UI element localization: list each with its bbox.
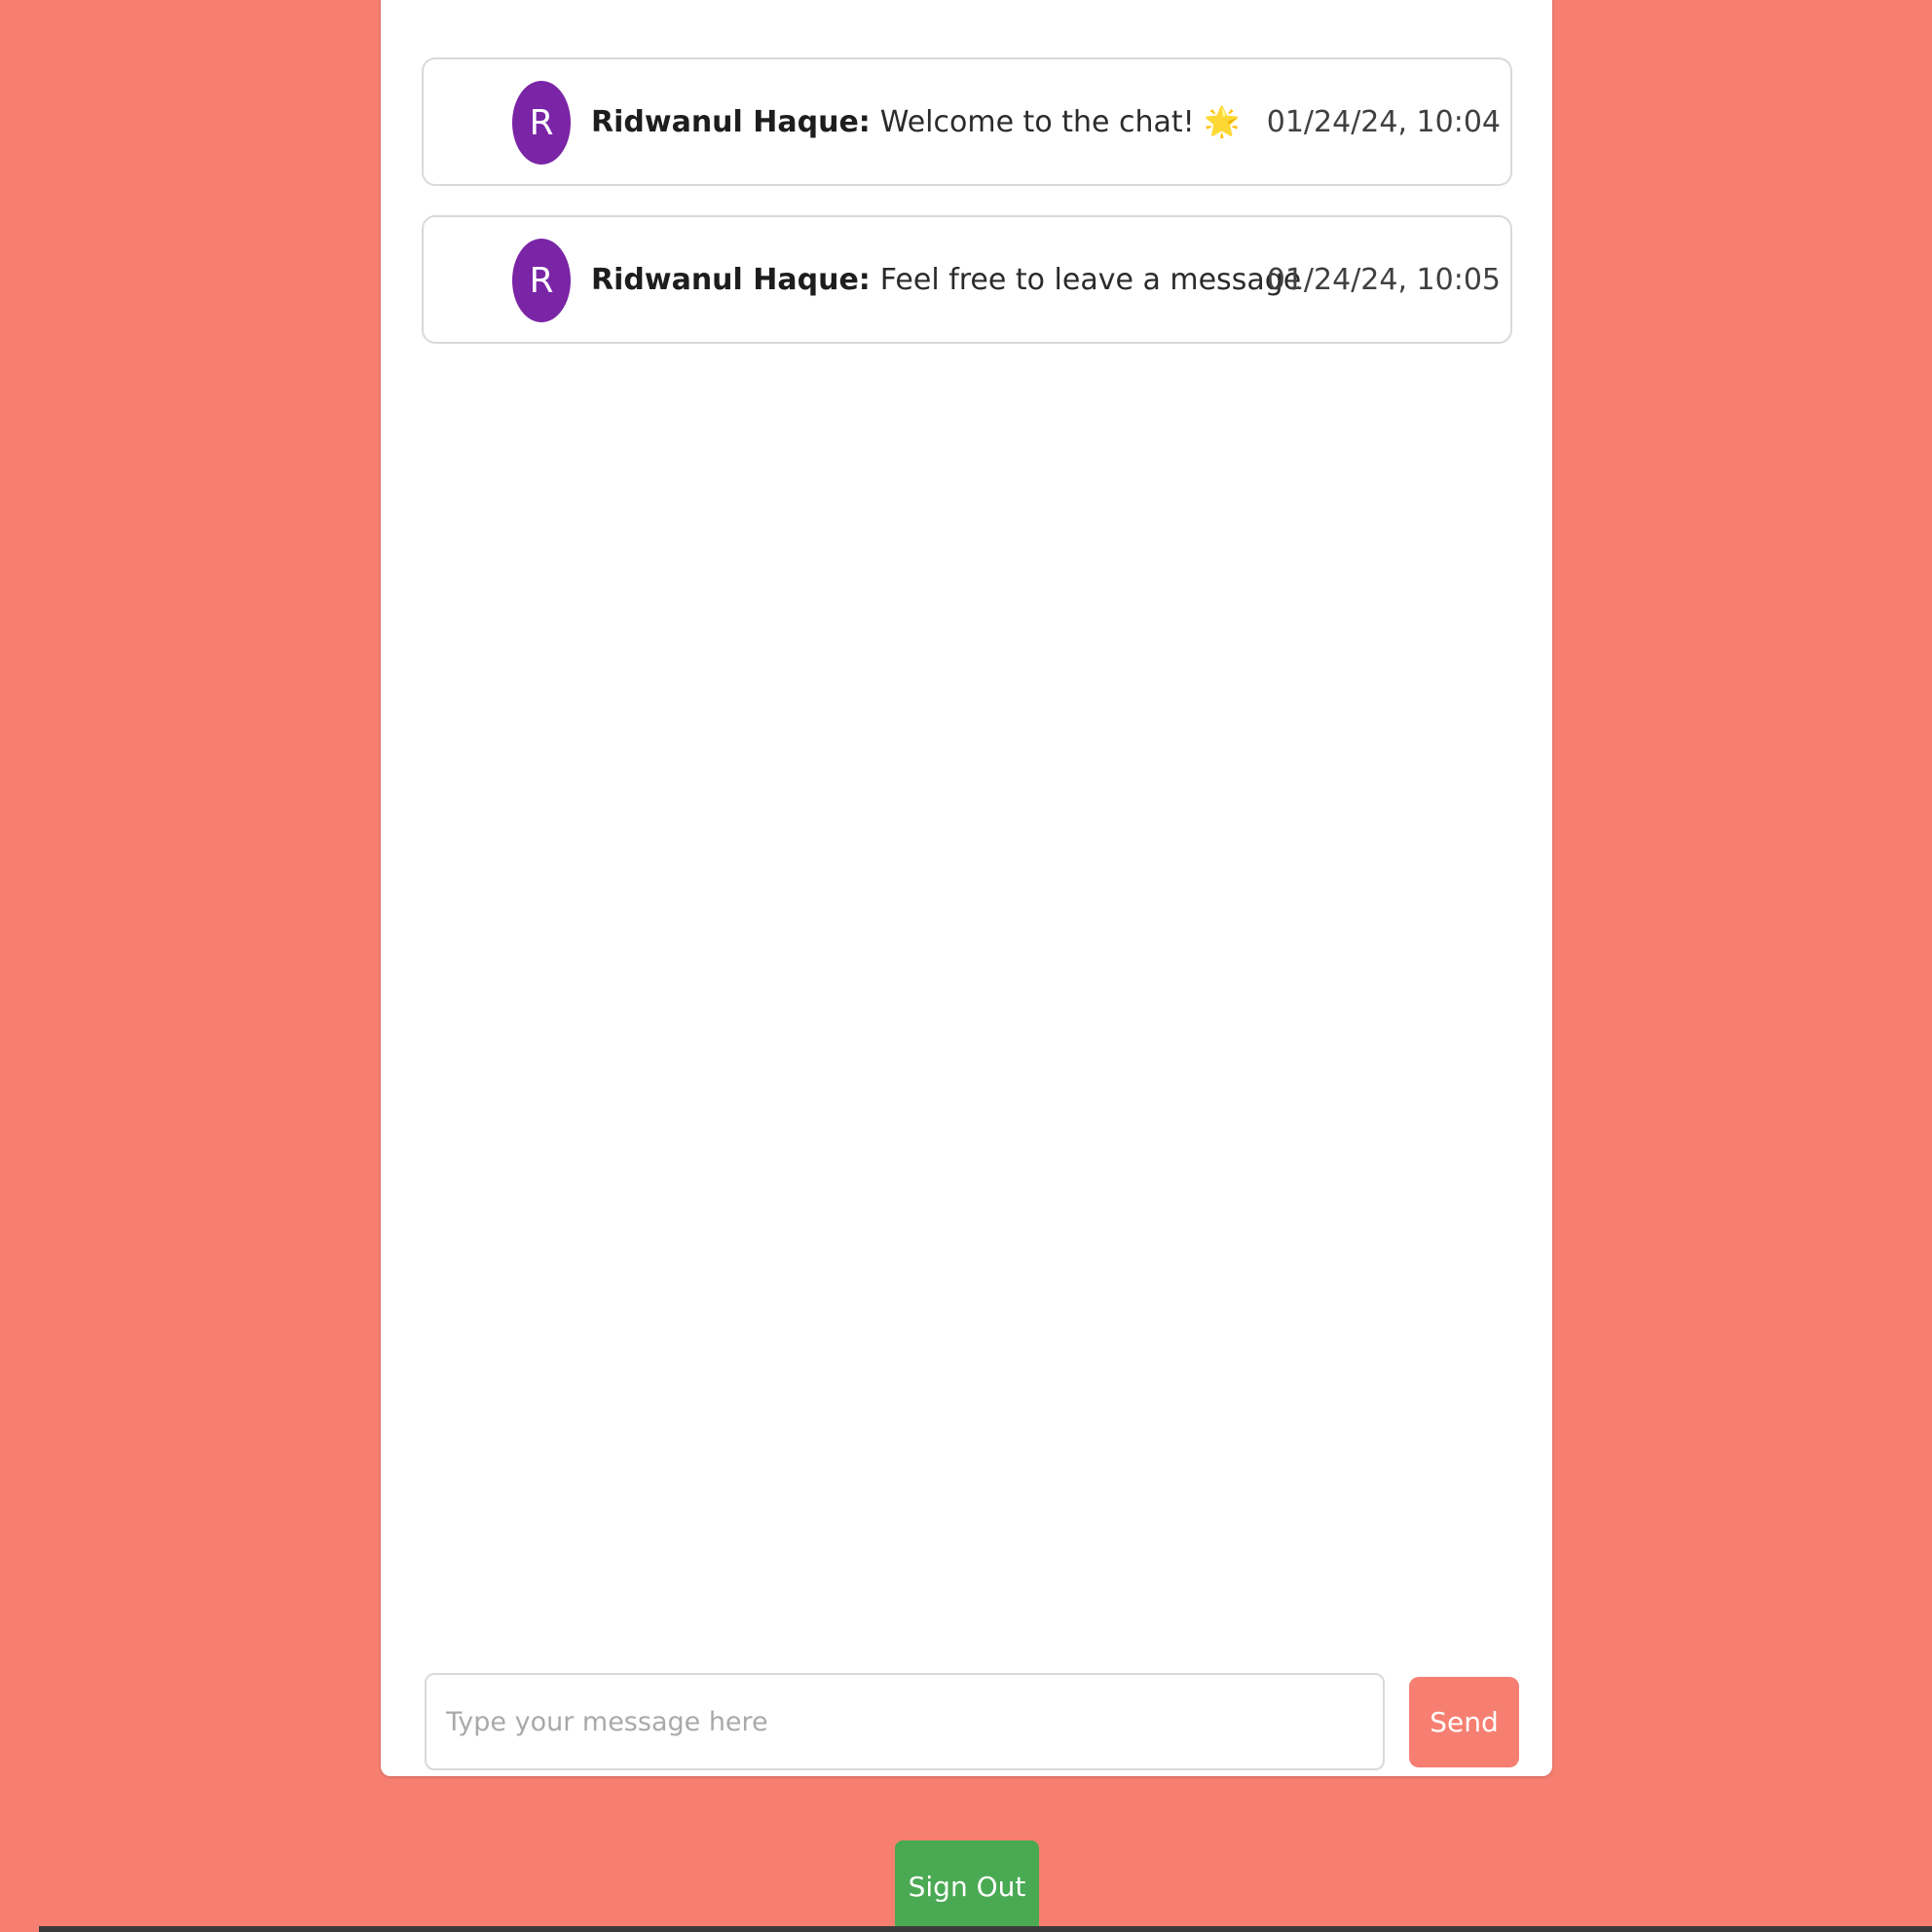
- send-button[interactable]: Send: [1409, 1677, 1519, 1767]
- avatar-initial: R: [529, 102, 554, 143]
- message-item: R Ridwanul Haque: Welcome to the chat! 🌟…: [422, 57, 1512, 186]
- message-author: Ridwanul Haque:: [591, 262, 871, 297]
- message-item: R Ridwanul Haque: Feel free to leave a m…: [422, 215, 1512, 344]
- message-list: R Ridwanul Haque: Welcome to the chat! 🌟…: [422, 57, 1512, 373]
- avatar: R: [512, 239, 571, 322]
- avatar: R: [512, 81, 571, 165]
- window-bottom-edge: [39, 1926, 1932, 1932]
- message-body: Feel free to leave a message: [879, 262, 1302, 297]
- sign-out-button[interactable]: Sign Out: [895, 1840, 1039, 1932]
- message-timestamp: 01/24/24, 10:04: [1266, 104, 1501, 139]
- message-input[interactable]: [425, 1673, 1385, 1770]
- message-text-row: Ridwanul Haque: Feel free to leave a mes…: [591, 217, 1301, 342]
- message-timestamp: 01/24/24, 10:05: [1266, 262, 1501, 297]
- message-author: Ridwanul Haque:: [591, 104, 871, 139]
- message-text-row: Ridwanul Haque: Welcome to the chat! 🌟: [591, 59, 1241, 184]
- avatar-initial: R: [529, 260, 554, 301]
- message-body: Welcome to the chat! 🌟: [879, 104, 1241, 139]
